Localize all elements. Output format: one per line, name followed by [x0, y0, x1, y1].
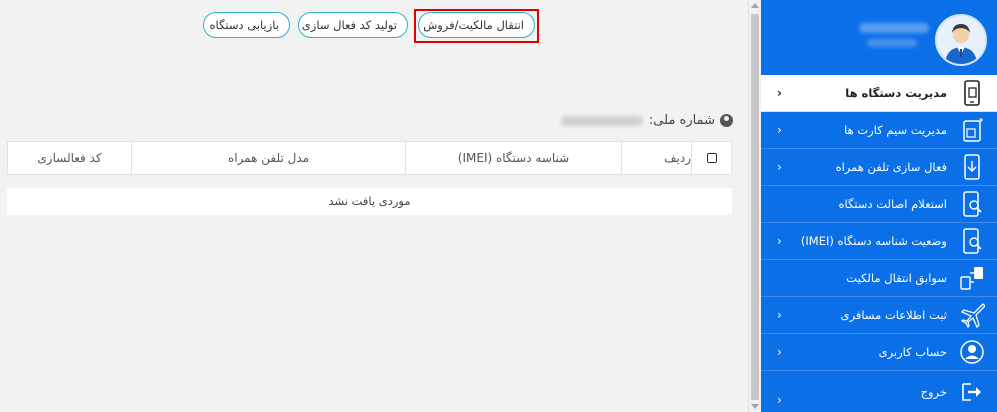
scroll-down-arrow-icon[interactable] [751, 404, 759, 409]
column-imei-label: شناسه دستگاه (IMEI) [457, 151, 570, 165]
sim-card-icon [959, 117, 985, 143]
phone-sim-icon [959, 80, 985, 106]
column-row-number-label: ردیف [664, 151, 691, 165]
page-scrollbar[interactable] [748, 0, 761, 412]
sidebar-item-imei-status[interactable]: وضعیت شناسه دستگاه (IMEI) ‹ [761, 223, 997, 260]
sidebar-item-label: مدیریت دستگاه ها [845, 86, 947, 100]
user-circle-icon [959, 339, 985, 365]
user-icon [720, 114, 733, 127]
sidebar-item-label: خروج [920, 384, 947, 399]
sidebar-item-label: وضعیت شناسه دستگاه (IMEI) [800, 234, 947, 248]
chevron-left-icon: ‹ [777, 308, 782, 322]
sidebar-item-label: مدیریت سیم کارت ها [844, 123, 947, 137]
profile-sub-redacted [867, 39, 917, 47]
main-content: بازیابی دستگاه تولید کد فعال سازی انتقال… [0, 0, 748, 412]
national-id-row: شماره ملی: [560, 113, 733, 128]
column-activation-code: کد فعالسازی [8, 142, 131, 174]
airplane-icon [959, 302, 986, 329]
avatar-person-icon [945, 24, 977, 64]
column-row-number: ردیف [621, 142, 691, 174]
sidebar-item-label: استعلام اصالت دستگاه [838, 197, 947, 211]
column-imei: شناسه دستگاه (IMEI) [405, 142, 621, 174]
national-id-value-redacted [560, 115, 643, 126]
logout-icon [959, 379, 985, 405]
phone-search-icon [959, 228, 985, 254]
highlight-box [414, 9, 539, 43]
scrollbar-thumb[interactable] [751, 14, 759, 400]
user-profile [761, 0, 997, 75]
sidebar-item-label: فعال سازی تلفن همراه [835, 160, 947, 174]
transfer-icon [959, 265, 985, 291]
chevron-left-icon: ‹ [777, 123, 782, 137]
column-phone-model-label: مدل تلفن همراه [227, 151, 310, 165]
sidebar-item-phone-activation[interactable]: فعال سازی تلفن همراه ‹ [761, 149, 997, 186]
column-phone-model: مدل تلفن همراه [131, 142, 405, 174]
phone-download-icon [959, 154, 985, 180]
phone-search-icon [959, 191, 985, 217]
sidebar-item-label: ثبت اطلاعات مسافری [840, 308, 947, 322]
national-id-label: شماره ملی: [648, 113, 715, 128]
sidebar-item-user-account[interactable]: حساب کاربری ‹ [761, 334, 997, 371]
sidebar-item-device-authenticity[interactable]: استعلام اصالت دستگاه [761, 186, 997, 223]
select-all-cell[interactable] [691, 142, 731, 174]
avatar [935, 14, 987, 66]
sidebar-item-device-management[interactable]: مدیریت دستگاه ها ‹ [761, 75, 997, 112]
sidebar: مدیریت دستگاه ها ‹ مدیریت سیم کارت ها ‹ … [761, 0, 997, 412]
sidebar-item-traveler-info[interactable]: ثبت اطلاعات مسافری ‹ [761, 297, 997, 334]
chevron-left-icon: ‹ [777, 392, 782, 407]
sidebar-item-transfer-history[interactable]: سوابق انتقال مالکیت [761, 260, 997, 297]
generate-activation-code-button[interactable]: تولید کد فعال سازی [298, 12, 408, 38]
sidebar-item-label: حساب کاربری [878, 345, 947, 359]
sidebar-item-label: سوابق انتقال مالکیت [846, 271, 947, 285]
sidebar-item-sim-management[interactable]: مدیریت سیم کارت ها ‹ [761, 112, 997, 149]
chevron-left-icon: ‹ [777, 234, 782, 248]
column-activation-code-label: کد فعالسازی [37, 151, 102, 165]
select-all-checkbox[interactable] [706, 153, 717, 163]
profile-name-redacted [859, 23, 929, 33]
device-recovery-button[interactable]: بازیابی دستگاه [203, 12, 290, 38]
chevron-left-icon: ‹ [777, 345, 782, 359]
chevron-left-icon: ‹ [777, 86, 782, 100]
scroll-up-arrow-icon[interactable] [751, 3, 759, 8]
chevron-left-icon: ‹ [777, 160, 782, 174]
sidebar-item-logout[interactable]: خروج ‹ [761, 371, 997, 412]
table-empty-message: موردی یافت نشد [7, 188, 732, 215]
devices-table-header: ردیف شناسه دستگاه (IMEI) مدل تلفن همراه … [7, 141, 732, 175]
